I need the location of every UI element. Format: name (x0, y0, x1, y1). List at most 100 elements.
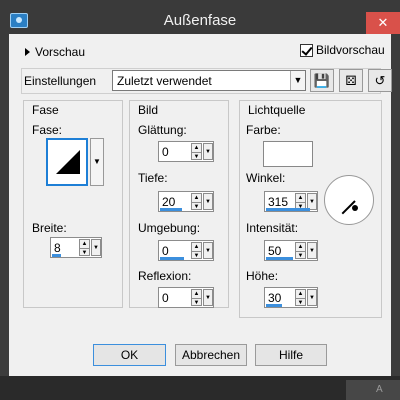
reset-icon: ↺ (374, 73, 386, 88)
width-label: Breite: (32, 221, 67, 235)
elevation-stepper[interactable]: ▲ ▼ (295, 289, 306, 306)
preview-toggle[interactable]: Vorschau (25, 45, 85, 59)
ambience-level-bar (160, 257, 184, 260)
background-app-button: A (346, 380, 400, 400)
elevation-slider-dropdown[interactable]: ▼ (307, 289, 317, 306)
depth-spinner[interactable]: 20 ▲ ▼ ▼ (158, 191, 214, 212)
width-slider-dropdown[interactable]: ▼ (91, 239, 101, 256)
expand-triangle-icon (25, 48, 30, 56)
intensity-stepper[interactable]: ▲ ▼ (295, 242, 306, 259)
smoothing-label: Glättung: (138, 123, 187, 137)
bild-group-title: Bild (138, 103, 159, 117)
settings-row: Einstellungen Zuletzt verwendet ▼ 💾 ⚄ ↺ (21, 68, 392, 94)
ambience-label: Umgebung: (138, 221, 201, 235)
show-preview-label: Bildvorschau (316, 43, 385, 57)
intensity-label: Intensität: (246, 221, 299, 235)
show-preview-checkbox[interactable]: Bildvorschau (300, 43, 385, 57)
shininess-value: 0 (162, 291, 169, 305)
dialog-title: Außenfase (163, 12, 237, 29)
angle-value: 315 (268, 195, 289, 209)
ok-button[interactable]: OK (93, 344, 166, 366)
arrow-up-icon[interactable]: ▲ (296, 290, 305, 298)
intensity-level-bar (266, 257, 293, 260)
arrow-up-icon[interactable]: ▲ (192, 290, 201, 298)
randomize-button[interactable]: ⚄ (339, 69, 363, 92)
ambience-stepper[interactable]: ▲ ▼ (191, 242, 202, 259)
depth-label: Tiefe: (138, 171, 168, 185)
elevation-level-bar (266, 304, 282, 307)
preset-dropdown-value: Zuletzt verwendet (117, 74, 212, 88)
shininess-spinner[interactable]: 0 ▲ ▼ ▼ (158, 287, 214, 308)
angle-spinner[interactable]: 315 ▲ ▼ ▼ (264, 191, 318, 212)
chevron-down-icon[interactable]: ▼ (290, 71, 305, 90)
fase-group: Fase Fase: ▼ Breite: 8 ▲ ▼ ▼ (23, 100, 123, 308)
smoothing-spinner[interactable]: 0 ▲ ▼ ▼ (158, 141, 214, 162)
save-preset-icon: 💾 (313, 73, 331, 88)
help-button[interactable]: Hilfe (255, 344, 327, 366)
save-preset-button[interactable]: 💾 (310, 69, 334, 92)
arrow-down-icon[interactable]: ▼ (296, 251, 305, 259)
arrow-down-icon[interactable]: ▼ (192, 152, 201, 160)
bevel-shape-dropdown[interactable]: ▼ (90, 138, 104, 186)
arrow-down-icon[interactable]: ▼ (192, 202, 201, 210)
chevron-down-icon: ▼ (93, 157, 101, 166)
cancel-button[interactable]: Abbrechen (175, 344, 247, 366)
elevation-label: Höhe: (246, 269, 279, 283)
arrow-up-icon[interactable]: ▲ (192, 194, 201, 202)
arrow-down-icon[interactable]: ▼ (192, 298, 201, 306)
dial-center-icon (352, 205, 358, 211)
arrow-up-icon[interactable]: ▲ (80, 240, 89, 248)
bevel-shape-icon (56, 150, 80, 174)
ambience-spinner[interactable]: 0 ▲ ▼ ▼ (158, 240, 214, 261)
smoothing-stepper[interactable]: ▲ ▼ (191, 143, 202, 160)
intensity-spinner[interactable]: 50 ▲ ▼ ▼ (264, 240, 318, 261)
elevation-value: 30 (268, 291, 282, 305)
shininess-label: Reflexion: (138, 269, 192, 283)
close-button[interactable]: ✕ (366, 12, 400, 34)
width-stepper[interactable]: ▲ ▼ (79, 239, 90, 256)
preview-toggle-label: Vorschau (35, 45, 86, 59)
background-app-strip (0, 376, 400, 400)
ambience-slider-dropdown[interactable]: ▼ (203, 242, 213, 259)
width-value: 8 (54, 241, 61, 255)
arrow-up-icon[interactable]: ▲ (296, 243, 305, 251)
width-level-bar (52, 254, 61, 257)
light-group-title: Lichtquelle (248, 103, 306, 117)
intensity-slider-dropdown[interactable]: ▼ (307, 242, 317, 259)
angle-level-bar (266, 208, 310, 211)
dialog-window: Außenfase ✕ Vorschau Bildvorschau Einste… (0, 0, 400, 400)
intensity-value: 50 (268, 244, 282, 258)
arrow-up-icon[interactable]: ▲ (296, 194, 305, 202)
depth-stepper[interactable]: ▲ ▼ (191, 193, 202, 210)
depth-level-bar (160, 208, 182, 211)
preset-dropdown[interactable]: Zuletzt verwendet ▼ (112, 70, 306, 91)
shininess-slider-dropdown[interactable]: ▼ (203, 289, 213, 306)
shininess-stepper[interactable]: ▲ ▼ (191, 289, 202, 306)
width-spinner[interactable]: 8 ▲ ▼ ▼ (50, 237, 102, 258)
randomize-dice-icon: ⚄ (345, 73, 357, 88)
fase-group-title: Fase (32, 103, 59, 117)
angle-label: Winkel: (246, 171, 286, 185)
dialog-body: Vorschau Bildvorschau Einstellungen Zule… (9, 34, 392, 376)
checkbox-checked-icon[interactable] (300, 43, 313, 57)
elevation-spinner[interactable]: 30 ▲ ▼ ▼ (264, 287, 318, 308)
depth-slider-dropdown[interactable]: ▼ (203, 193, 213, 210)
fase-shape-label: Fase: (32, 123, 63, 137)
bild-group: Bild Glättung: 0 ▲ ▼ ▼ Tiefe: 20 ▲ ▼ ▼ Umg… (129, 100, 229, 308)
ambience-value: 0 (162, 244, 169, 258)
light-group: Lichtquelle Farbe: Winkel: 315 ▲ ▼ ▼ Inte… (239, 100, 382, 318)
arrow-up-icon[interactable]: ▲ (192, 243, 201, 251)
depth-value: 20 (162, 195, 176, 209)
smoothing-slider-dropdown[interactable]: ▼ (203, 143, 213, 160)
angle-dial[interactable] (324, 175, 374, 225)
bevel-shape-preview[interactable] (46, 138, 88, 186)
color-label: Farbe: (246, 123, 281, 137)
arrow-down-icon[interactable]: ▼ (80, 248, 89, 256)
light-color-swatch[interactable] (263, 141, 313, 167)
reset-button[interactable]: ↺ (368, 69, 392, 92)
arrow-up-icon[interactable]: ▲ (192, 144, 201, 152)
arrow-down-icon[interactable]: ▼ (296, 298, 305, 306)
settings-label: Einstellungen (24, 74, 97, 88)
smoothing-value: 0 (162, 145, 169, 159)
arrow-down-icon[interactable]: ▼ (192, 251, 201, 259)
